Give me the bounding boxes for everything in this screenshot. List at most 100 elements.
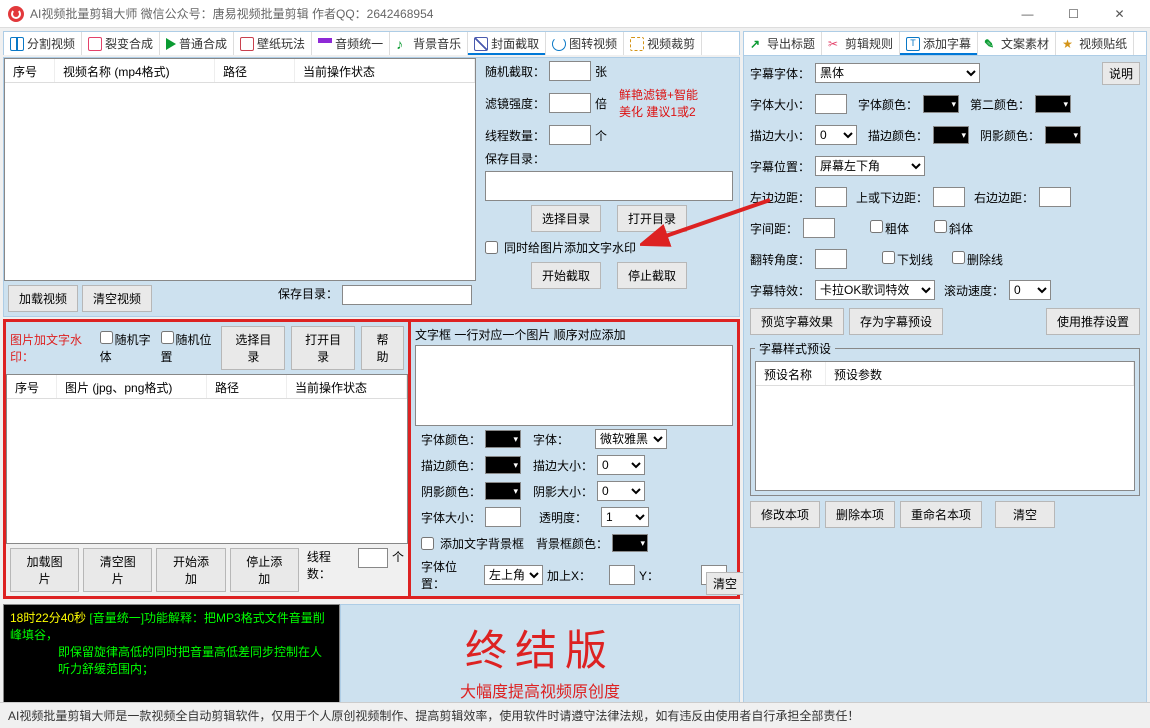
choose-dir-button[interactable]: 选择目录 bbox=[531, 205, 601, 232]
log-clear-button[interactable]: 清空 bbox=[706, 572, 744, 595]
textline-label: 文字框 一行对应一个图片 顺序对应添加 bbox=[415, 324, 733, 345]
tab-crop[interactable]: 视频裁剪 bbox=[624, 32, 702, 55]
save-preset-button[interactable]: 存为字幕预设 bbox=[849, 308, 943, 335]
wm-stroke-size[interactable]: 0 bbox=[597, 455, 645, 475]
tab-export-title[interactable]: ↗导出标题 bbox=[744, 32, 822, 55]
image-grid[interactable]: 序号 图片 (jpg、png格式) 路径 当前操作状态 bbox=[6, 374, 408, 544]
maximize-button[interactable]: ☐ bbox=[1051, 0, 1096, 28]
export-icon: ↗ bbox=[750, 37, 764, 51]
wm-choose-dir-button[interactable]: 选择目录 bbox=[221, 326, 285, 370]
load-image-button[interactable]: 加载图片 bbox=[10, 548, 79, 592]
tab-crack[interactable]: 裂变合成 bbox=[82, 32, 160, 55]
wm-pos-select[interactable]: 左上角 bbox=[484, 565, 543, 585]
wallpaper-icon bbox=[240, 37, 254, 51]
wm-title: 图片加文字水印： bbox=[10, 331, 94, 365]
tab-split[interactable]: 分割视频 bbox=[4, 32, 82, 55]
wm-bgbox-checkbox[interactable] bbox=[421, 537, 434, 550]
clear-video-button[interactable]: 清空视频 bbox=[82, 285, 152, 312]
tab-audio[interactable]: 音频统一 bbox=[312, 32, 390, 55]
start-capture-button[interactable]: 开始截取 bbox=[531, 262, 601, 289]
tab-normal[interactable]: 普通合成 bbox=[160, 32, 234, 55]
preset-clear-button[interactable]: 清空 bbox=[995, 501, 1055, 528]
sub-size-input[interactable] bbox=[815, 94, 847, 114]
tab-cover[interactable]: 封面截取 bbox=[468, 32, 546, 55]
volume-icon bbox=[318, 38, 332, 50]
thread-count-input[interactable] bbox=[549, 125, 591, 145]
sub-right-input[interactable] bbox=[1039, 187, 1071, 207]
savedir-input[interactable] bbox=[342, 285, 472, 305]
sub-speed-select[interactable]: 0 bbox=[1009, 280, 1051, 300]
col-index: 序号 bbox=[5, 59, 55, 82]
wm-open-dir-button[interactable]: 打开目录 bbox=[291, 326, 355, 370]
tab-subtitle[interactable]: T添加字幕 bbox=[900, 32, 978, 55]
clear-image-button[interactable]: 清空图片 bbox=[83, 548, 152, 592]
ender-sub: 大幅度提高视频原创度 bbox=[460, 678, 620, 702]
load-video-button[interactable]: 加载视频 bbox=[8, 285, 78, 312]
explain-button[interactable]: 说明 bbox=[1102, 62, 1140, 85]
rule-icon: ✂ bbox=[828, 37, 842, 51]
preset-grid[interactable]: 预设名称 预设参数 bbox=[755, 361, 1135, 491]
filter-input[interactable] bbox=[549, 93, 591, 113]
start-add-button[interactable]: 开始添加 bbox=[156, 548, 225, 592]
rand-pos-checkbox[interactable] bbox=[161, 331, 174, 344]
stop-capture-button[interactable]: 停止截取 bbox=[617, 262, 687, 289]
wm-fontsize-input[interactable] bbox=[485, 507, 521, 527]
tab-img2vid[interactable]: 图转视频 bbox=[546, 32, 624, 55]
rand-font-checkbox[interactable] bbox=[100, 331, 113, 344]
preset-rename-button[interactable]: 重命名本项 bbox=[900, 501, 982, 528]
preset-fieldset: 字幕样式预设 预设名称 预设参数 bbox=[750, 340, 1140, 496]
sub-left-input[interactable] bbox=[815, 187, 847, 207]
col-name: 视频名称 (mp4格式) bbox=[55, 59, 215, 82]
bold-checkbox bbox=[870, 220, 883, 233]
preview-subtitle-button[interactable]: 预览字幕效果 bbox=[750, 308, 844, 335]
tab-sticker[interactable]: ★视频贴纸 bbox=[1056, 32, 1134, 55]
wm-opacity[interactable]: 1 bbox=[601, 507, 649, 527]
sticker-icon: ★ bbox=[1062, 37, 1076, 51]
wm-shadowcolor-picker[interactable] bbox=[485, 482, 521, 500]
wm-fontcolor-picker[interactable] bbox=[485, 430, 521, 448]
ender-title: 终结版 bbox=[465, 617, 615, 678]
wm-strokecolor-picker[interactable] bbox=[485, 456, 521, 474]
tab-material[interactable]: ✎文案素材 bbox=[978, 32, 1056, 55]
wm-help-button[interactable]: 帮助 bbox=[361, 326, 404, 370]
sub-fontcolor[interactable] bbox=[923, 95, 959, 113]
preset-edit-button[interactable]: 修改本项 bbox=[750, 501, 820, 528]
savedir-label: 保存目录： bbox=[278, 285, 338, 312]
recommend-button[interactable]: 使用推荐设置 bbox=[1046, 308, 1140, 335]
footer-text: AI视频批量剪辑大师是一款视频全自动剪辑软件，仅用于个人原创视频制作、提高剪辑效… bbox=[0, 702, 1150, 728]
close-button[interactable]: ✕ bbox=[1097, 0, 1142, 28]
wm-x-input[interactable] bbox=[609, 565, 635, 585]
video-grid[interactable]: 序号 视频名称 (mp4格式) 路径 当前操作状态 bbox=[4, 58, 476, 281]
music-icon: ♪ bbox=[396, 37, 410, 51]
strike-checkbox bbox=[952, 251, 965, 264]
italic-checkbox bbox=[934, 220, 947, 233]
tab-wallpaper[interactable]: 壁纸玩法 bbox=[234, 32, 312, 55]
sub-strokecolor[interactable] bbox=[933, 126, 969, 144]
open-dir-button[interactable]: 打开目录 bbox=[617, 205, 687, 232]
sub-font-select[interactable]: 黑体 bbox=[815, 63, 980, 83]
tab-music[interactable]: ♪背景音乐 bbox=[390, 32, 468, 55]
wm-shadow-size[interactable]: 0 bbox=[597, 481, 645, 501]
sub-spacing-input[interactable] bbox=[803, 218, 835, 238]
cover-savedir-input[interactable] bbox=[485, 171, 733, 201]
log-output: 18时22分40秒 [音量统一]功能解释：把MP3格式文件音量削峰填谷， 即保留… bbox=[3, 604, 340, 714]
window-title: AI视频批量剪辑大师 微信公众号：唐易视频批量剪辑 作者QQ：264246895… bbox=[30, 5, 433, 22]
sub-shadowcolor[interactable] bbox=[1045, 126, 1081, 144]
wm-thread-input[interactable] bbox=[358, 548, 388, 568]
add-watermark-checkbox[interactable] bbox=[485, 241, 498, 254]
tab-rules[interactable]: ✂剪辑规则 bbox=[822, 32, 900, 55]
wm-bgcolor-picker[interactable] bbox=[612, 534, 648, 552]
stop-add-button[interactable]: 停止添加 bbox=[230, 548, 299, 592]
minimize-button[interactable]: — bbox=[1005, 0, 1050, 28]
sub-fx-select[interactable]: 卡拉OK歌词特效 bbox=[815, 280, 935, 300]
sub-rotate-input[interactable] bbox=[815, 249, 847, 269]
watermark-textbox[interactable] bbox=[415, 345, 733, 426]
sub-stroke-size[interactable]: 0 bbox=[815, 125, 857, 145]
subtitle-icon: T bbox=[906, 37, 920, 51]
preset-delete-button[interactable]: 删除本项 bbox=[825, 501, 895, 528]
sub-color2[interactable] bbox=[1035, 95, 1071, 113]
sub-topbot-input[interactable] bbox=[933, 187, 965, 207]
wm-font-select[interactable]: 微软雅黑 bbox=[595, 429, 667, 449]
rand-count-input[interactable] bbox=[549, 61, 591, 81]
sub-pos-select[interactable]: 屏幕左下角 bbox=[815, 156, 925, 176]
